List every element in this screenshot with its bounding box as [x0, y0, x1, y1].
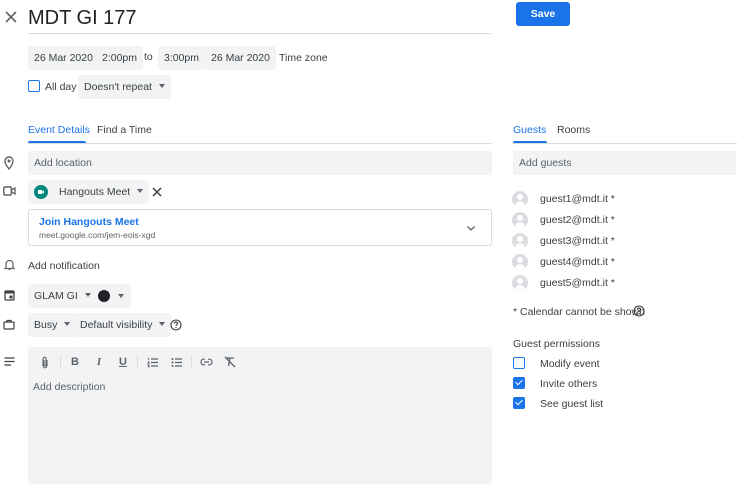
repeat-dropdown[interactable]: Doesn't repeat — [78, 75, 171, 99]
description-input[interactable]: Add description — [33, 381, 105, 393]
start-date-chip[interactable]: 26 Mar 2020 — [28, 46, 99, 70]
avatar — [512, 212, 528, 228]
conference-type-label: Hangouts Meet — [59, 186, 131, 198]
guest-email: guest4@mdt.it * — [540, 256, 615, 268]
add-notification-button[interactable]: Add notification — [28, 260, 100, 272]
calendar-note: * Calendar cannot be shown — [513, 306, 645, 318]
chevron-down-icon — [84, 293, 91, 298]
help-icon[interactable] — [632, 304, 646, 318]
avatar — [512, 275, 528, 291]
guest-item[interactable]: guest5@mdt.it * — [512, 274, 615, 292]
description-lines-icon — [2, 354, 16, 368]
modify-event-label: Modify event — [540, 358, 600, 370]
hangouts-meet-icon — [34, 185, 48, 199]
guest-email: guest5@mdt.it * — [540, 277, 615, 289]
help-icon[interactable] — [169, 318, 183, 332]
location-pin-icon — [2, 155, 16, 171]
tab-guests[interactable]: Guests — [513, 124, 546, 136]
chevron-down-icon — [137, 189, 144, 194]
calendar-dropdown[interactable]: GLAM GI — [28, 284, 97, 308]
underline-icon[interactable]: U — [115, 354, 131, 370]
tabs-divider — [28, 143, 492, 144]
timezone-button[interactable]: Time zone — [279, 52, 328, 64]
calendar-name: GLAM GI — [34, 290, 78, 302]
italic-icon[interactable]: I — [91, 354, 107, 370]
end-date-chip[interactable]: 26 Mar 2020 — [205, 46, 276, 70]
event-color-dropdown[interactable] — [91, 284, 131, 308]
all-day-label: All day — [45, 81, 77, 93]
tab-rooms[interactable]: Rooms — [557, 124, 590, 136]
chevron-down-icon — [118, 294, 124, 298]
invite-others-checkbox[interactable] — [513, 377, 525, 389]
location-input[interactable]: Add location — [28, 151, 492, 175]
chevron-down-icon — [158, 84, 165, 89]
link-icon[interactable] — [198, 354, 214, 370]
guest-item[interactable]: guest4@mdt.it * — [512, 253, 615, 271]
meet-url: meet.google.com/jem-eois-xgd — [39, 230, 156, 240]
chevron-down-icon — [64, 322, 71, 327]
avatar — [512, 191, 528, 207]
avatar — [512, 254, 528, 270]
invite-others-label: Invite others — [540, 378, 598, 390]
numbered-list-icon[interactable] — [145, 354, 161, 370]
see-guest-list-checkbox[interactable] — [513, 397, 525, 409]
guest-item[interactable]: guest1@mdt.it * — [512, 190, 615, 208]
bell-icon — [2, 258, 16, 272]
see-guest-list-label: See guest list — [540, 398, 604, 410]
end-time-chip[interactable]: 3:00pm — [158, 46, 206, 70]
guest-permissions-title: Guest permissions — [513, 338, 600, 350]
bold-icon[interactable]: B — [67, 354, 83, 370]
conference-dropdown[interactable]: Hangouts Meet — [28, 180, 150, 204]
save-button-label: Save — [530, 8, 556, 20]
toolbar-divider — [60, 355, 61, 369]
visibility-dropdown[interactable]: Default visibility — [74, 313, 172, 337]
guest-email: guest3@mdt.it * — [540, 235, 615, 247]
avatar — [512, 233, 528, 249]
start-time-chip[interactable]: 2:00pm — [96, 46, 144, 70]
tab-event-details[interactable]: Event Details — [28, 124, 90, 136]
visibility-label: Default visibility — [80, 319, 153, 331]
event-color-swatch — [98, 290, 110, 302]
guest-email: guest2@mdt.it * — [540, 214, 615, 226]
guest-item[interactable]: guest3@mdt.it * — [512, 232, 615, 250]
save-button[interactable]: Save — [516, 2, 570, 26]
guest-item[interactable]: guest2@mdt.it * — [512, 211, 615, 229]
briefcase-icon — [2, 317, 16, 331]
modify-event-checkbox[interactable] — [513, 357, 525, 369]
expand-chevron-icon[interactable] — [465, 222, 477, 234]
attachment-icon[interactable] — [37, 354, 53, 370]
guest-email: guest1@mdt.it * — [540, 193, 615, 205]
to-label: to — [144, 51, 153, 63]
join-meet-link[interactable]: Join Hangouts Meet — [39, 216, 139, 228]
remove-conference-icon[interactable] — [150, 185, 164, 199]
guests-tabs-divider — [513, 143, 737, 144]
add-guests-input[interactable]: Add guests — [513, 151, 736, 175]
calendar-icon — [2, 288, 16, 302]
toolbar-divider — [191, 355, 192, 369]
chevron-down-icon — [159, 322, 166, 327]
availability-label: Busy — [34, 319, 58, 331]
toolbar-divider — [137, 355, 138, 369]
all-day-checkbox[interactable] — [28, 80, 40, 92]
tab-find-a-time[interactable]: Find a Time — [97, 124, 152, 136]
meet-link-card[interactable]: Join Hangouts Meet meet.google.com/jem-e… — [28, 209, 492, 246]
availability-dropdown[interactable]: Busy — [28, 313, 77, 337]
close-icon[interactable] — [3, 9, 19, 25]
bulleted-list-icon[interactable] — [169, 354, 185, 370]
clear-formatting-icon[interactable] — [222, 354, 238, 370]
event-title: MDT GI 177 — [28, 7, 137, 29]
repeat-label: Doesn't repeat — [84, 81, 152, 93]
video-camera-icon — [2, 184, 16, 198]
event-title-input[interactable]: MDT GI 177 — [28, 4, 491, 34]
